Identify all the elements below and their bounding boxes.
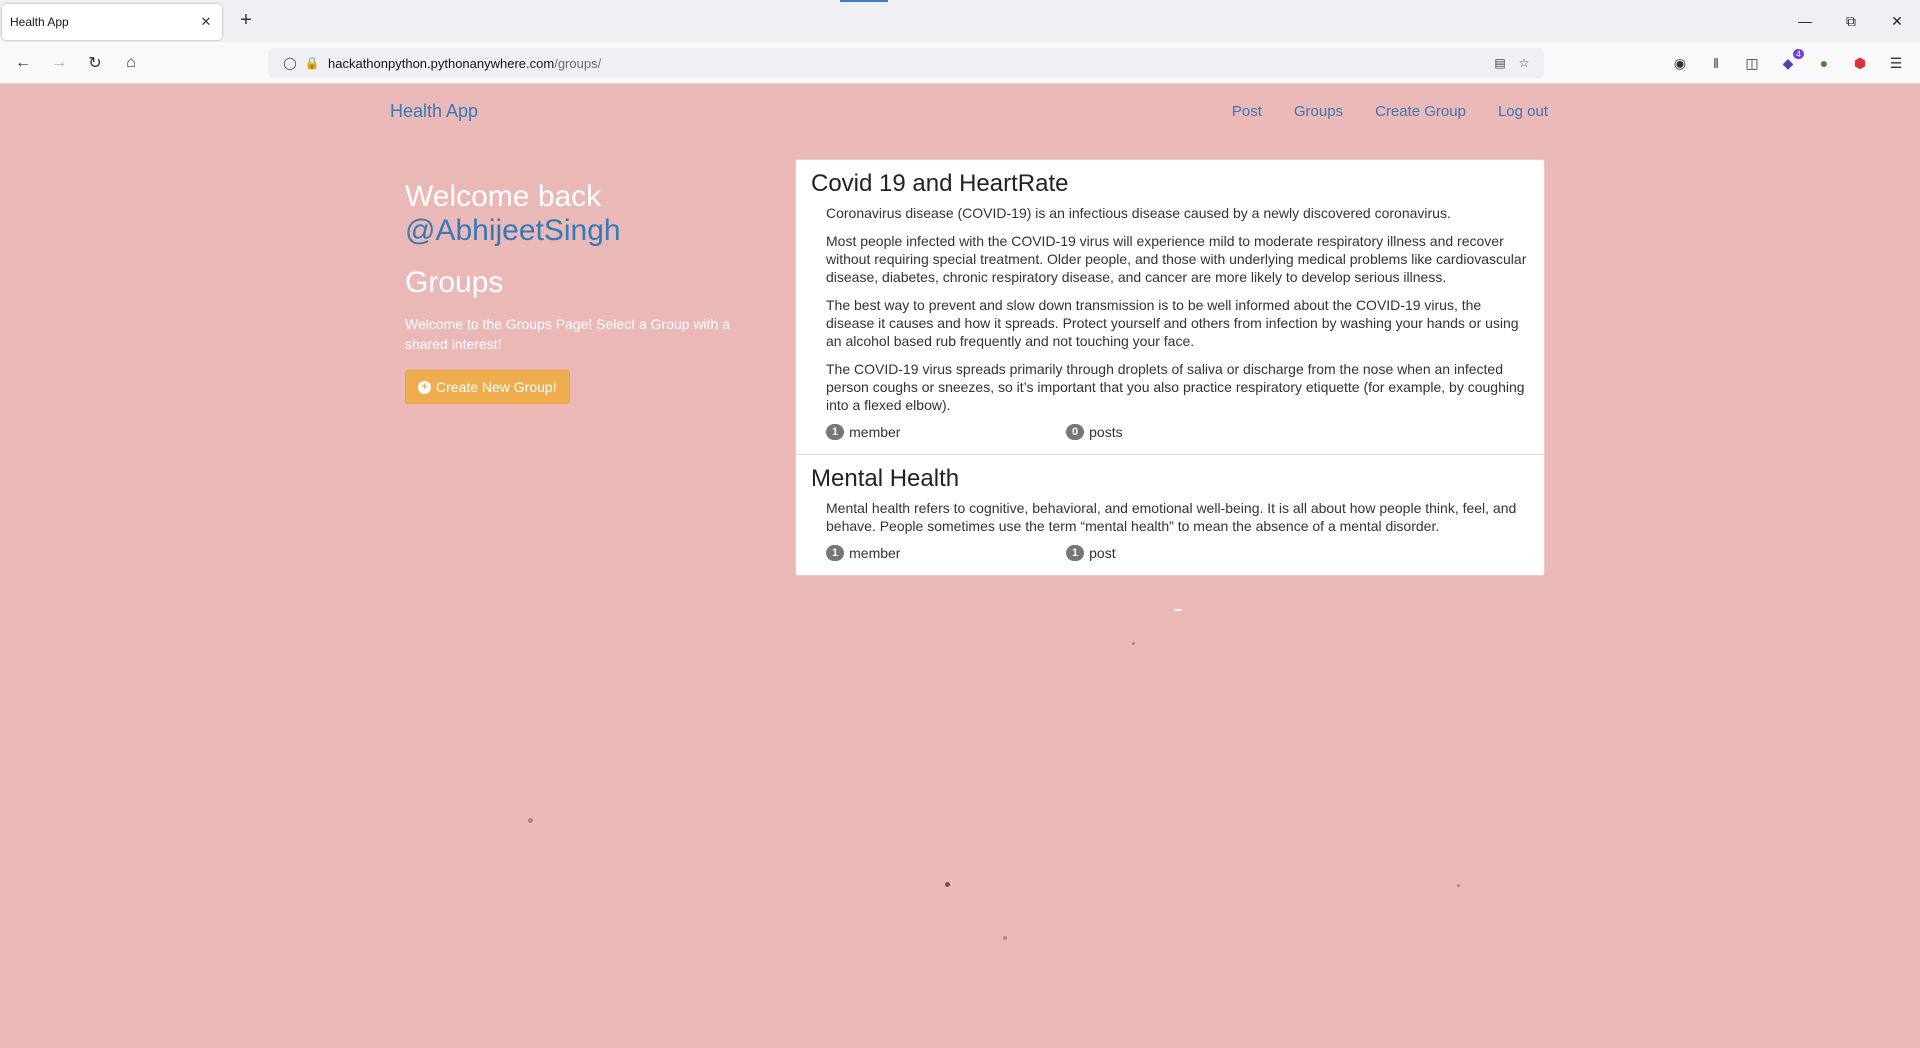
window-controls: — ⧉ ✕ bbox=[1782, 0, 1920, 42]
menu-icon[interactable]: ☰ bbox=[1886, 53, 1906, 73]
site-nav: Post Groups Create Group Log out bbox=[1200, 103, 1548, 120]
welcome-heading: Welcome back @AbhijeetSingh bbox=[405, 180, 765, 248]
decorative-dot bbox=[1003, 936, 1007, 940]
page-title: Groups bbox=[405, 266, 504, 299]
nav-post[interactable]: Post bbox=[1232, 103, 1262, 120]
groups-description: Welcome to the Groups Page! Select a Gro… bbox=[405, 316, 731, 352]
member-stat: 1 member bbox=[826, 545, 1066, 561]
new-tab-icon[interactable]: + bbox=[236, 10, 256, 30]
group-title[interactable]: Mental Health bbox=[811, 465, 1529, 493]
post-label: post bbox=[1089, 545, 1116, 561]
post-stat: 0 posts bbox=[1066, 424, 1306, 440]
home-icon[interactable]: ⌂ bbox=[121, 53, 141, 73]
restore-icon[interactable]: ⧉ bbox=[1828, 0, 1874, 42]
plus-circle-icon: + bbox=[418, 380, 431, 394]
close-window-icon[interactable]: ✕ bbox=[1874, 0, 1920, 42]
loading-indicator bbox=[840, 0, 888, 2]
decorative-dot bbox=[1132, 642, 1135, 645]
shield-icon[interactable]: ◯ bbox=[282, 55, 298, 71]
minimize-icon[interactable]: — bbox=[1782, 0, 1828, 42]
reload-icon[interactable]: ↻ bbox=[85, 53, 105, 73]
nav-log-out[interactable]: Log out bbox=[1498, 103, 1548, 120]
group-item[interactable]: Covid 19 and HeartRate Coronavirus disea… bbox=[796, 160, 1544, 455]
forward-icon[interactable]: → bbox=[49, 53, 69, 73]
post-count-badge: 0 bbox=[1066, 424, 1085, 440]
bookmark-star-icon[interactable]: ☆ bbox=[1516, 55, 1532, 71]
group-stats: 1 member 1 post bbox=[811, 545, 1529, 561]
group-paragraph: The COVID-19 virus spreads primarily thr… bbox=[826, 361, 1525, 413]
decorative-dot bbox=[1174, 609, 1182, 611]
group-paragraph: Mental health refers to cognitive, behav… bbox=[826, 500, 1517, 534]
create-button-label: Create New Group! bbox=[436, 379, 557, 395]
create-new-group-button[interactable]: + Create New Group! bbox=[405, 370, 570, 404]
member-label: member bbox=[849, 545, 901, 561]
group-item[interactable]: Mental Health Mental health refers to co… bbox=[796, 455, 1544, 575]
sidebar-icon[interactable]: ◫ bbox=[1742, 53, 1762, 73]
page-content: Health App Post Groups Create Group Log … bbox=[0, 84, 1920, 1048]
group-title[interactable]: Covid 19 and HeartRate bbox=[811, 170, 1529, 198]
browser-toolbar: ← → ↻ ⌂ ◯ 🔒 hackathonpython.pythonanywhe… bbox=[0, 42, 1920, 84]
adblock-icon[interactable]: ⬢ bbox=[1850, 53, 1870, 73]
tab-title: Health App bbox=[10, 15, 69, 29]
groups-sidebar: Welcome back @AbhijeetSingh Groups Welco… bbox=[405, 180, 765, 404]
back-icon[interactable]: ← bbox=[13, 53, 33, 73]
nav-create-group[interactable]: Create Group bbox=[1375, 103, 1466, 120]
decorative-dot bbox=[1457, 884, 1460, 887]
username-link[interactable]: @AbhijeetSingh bbox=[405, 214, 765, 248]
close-tab-icon[interactable]: ✕ bbox=[198, 14, 214, 30]
member-count-badge: 1 bbox=[826, 545, 845, 561]
welcome-text: Welcome back bbox=[405, 180, 602, 213]
group-paragraph: Coronavirus disease (COVID-19) is an inf… bbox=[826, 205, 1451, 221]
decorative-dot bbox=[945, 882, 950, 887]
post-count-badge: 1 bbox=[1066, 545, 1085, 561]
library-icon[interactable]: ‖ bbox=[1706, 53, 1726, 73]
member-count-badge: 1 bbox=[826, 424, 845, 440]
post-label: posts bbox=[1089, 424, 1123, 440]
group-paragraph: Most people infected with the COVID-19 v… bbox=[826, 233, 1527, 285]
member-label: member bbox=[849, 424, 901, 440]
group-stats: 1 member 0 posts bbox=[811, 424, 1529, 440]
pocket-icon[interactable]: ◉ bbox=[1670, 53, 1690, 73]
brand-link[interactable]: Health App bbox=[390, 101, 478, 122]
group-description: Coronavirus disease (COVID-19) is an inf… bbox=[811, 204, 1529, 414]
nav-groups[interactable]: Groups bbox=[1294, 103, 1343, 120]
browser-tab-bar: Health App ✕ + — ⧉ ✕ bbox=[0, 0, 1920, 42]
post-stat: 1 post bbox=[1066, 545, 1306, 561]
group-list: Covid 19 and HeartRate Coronavirus disea… bbox=[795, 159, 1545, 576]
globe-extension-icon[interactable]: ● bbox=[1814, 53, 1834, 73]
url-bar[interactable]: ◯ 🔒 hackathonpython.pythonanywhere.com/g… bbox=[268, 48, 1544, 78]
reader-view-icon[interactable]: ▤ bbox=[1492, 55, 1508, 71]
decorative-dot bbox=[528, 818, 533, 823]
group-description: Mental health refers to cognitive, behav… bbox=[811, 499, 1529, 535]
lock-icon[interactable]: 🔒 bbox=[304, 55, 320, 71]
browser-tab[interactable]: Health App ✕ bbox=[2, 4, 222, 40]
extension-icon[interactable]: ◆ 4 bbox=[1778, 49, 1804, 73]
url-text[interactable]: hackathonpython.pythonanywhere.com/group… bbox=[328, 56, 601, 71]
member-stat: 1 member bbox=[826, 424, 1066, 440]
group-paragraph: The best way to prevent and slow down tr… bbox=[826, 297, 1519, 349]
